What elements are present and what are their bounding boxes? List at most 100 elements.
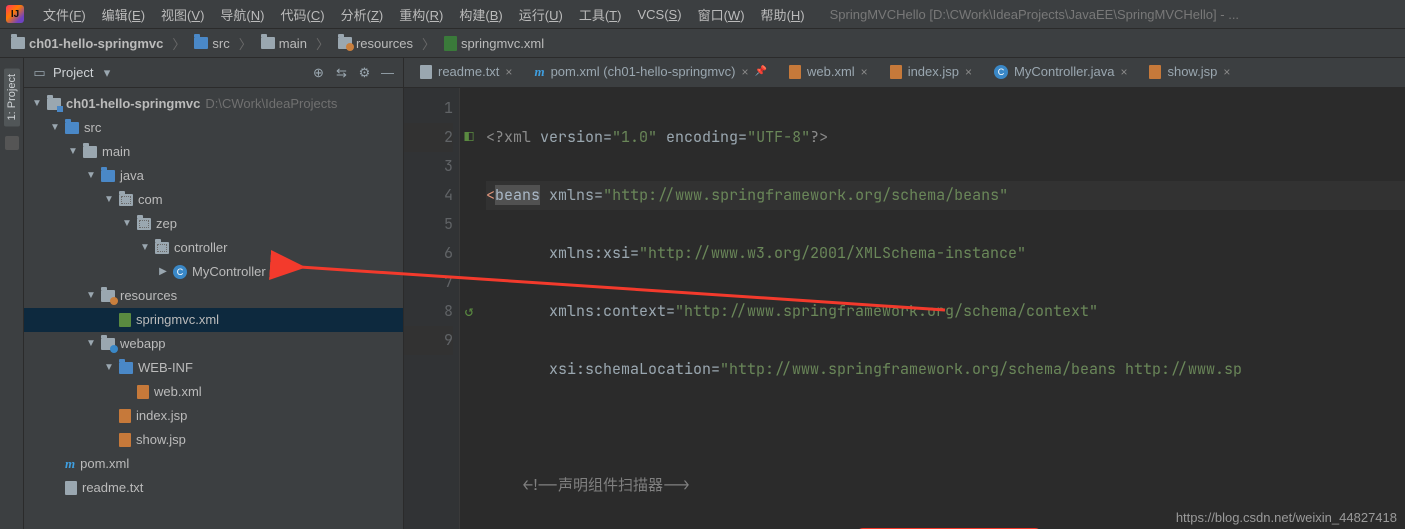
tab-mycontroller[interactable]: C MyController.java × — [984, 58, 1137, 88]
code-text: xmlns:context= — [549, 301, 675, 321]
tree-row[interactable]: index.jsp — [24, 404, 403, 428]
tab-showjsp[interactable]: show.jsp × — [1139, 58, 1240, 88]
tree-row[interactable]: show.jsp — [24, 428, 403, 452]
toolwindow-button-project[interactable]: 1: Project — [4, 68, 20, 126]
chevron-down-icon[interactable]: ▾ — [99, 65, 114, 80]
code-text: encoding= — [657, 127, 747, 147]
line-number: 8 — [404, 297, 453, 326]
code-text: version= — [540, 127, 612, 147]
code-area[interactable]: <?xml version="1.0" encoding="UTF-8"?> <… — [478, 88, 1405, 529]
line-number: 2 — [404, 123, 453, 152]
breadcrumb-module[interactable]: ch01-hello-springmvc — [8, 36, 166, 51]
tree-label: zep — [156, 212, 177, 236]
tab-readme[interactable]: readme.txt × — [410, 58, 522, 88]
line-number: 1 — [404, 94, 453, 123]
tree-arrow-icon[interactable] — [122, 212, 132, 236]
tree-arrow-icon[interactable] — [104, 188, 114, 212]
menu-window[interactable]: 窗口(W) — [691, 3, 752, 26]
toolwindow-button-structure-icon[interactable] — [5, 136, 19, 150]
menu-view[interactable]: 视图(V) — [154, 3, 211, 26]
menu-refactor[interactable]: 重构(R) — [392, 3, 450, 26]
tree-row[interactable]: controller — [24, 236, 403, 260]
close-icon[interactable]: × — [1223, 65, 1230, 79]
gutter-nav-icon[interactable]: ↺ — [460, 297, 478, 326]
tree-arrow-icon[interactable] — [86, 332, 96, 356]
tree-label: main — [102, 140, 130, 164]
package-icon — [155, 242, 169, 254]
menu-analyze[interactable]: 分析(Z) — [334, 3, 391, 26]
tab-pom[interactable]: m pom.xml (ch01-hello-springmvc) × 📌 — [524, 58, 777, 88]
menu-file[interactable]: 文件(F) — [36, 3, 93, 26]
breadcrumb-main[interactable]: main — [258, 36, 310, 51]
folder-icon — [261, 37, 275, 49]
tree-row[interactable]: resources — [24, 284, 403, 308]
code-text: <!--声明组件扫描器--> — [522, 475, 690, 495]
breadcrumb-bar: ch01-hello-springmvc 〉 src 〉 main 〉 reso… — [0, 28, 1405, 58]
tree-arrow-icon[interactable] — [86, 164, 96, 188]
watermark-text: https://blog.csdn.net/weixin_44827418 — [1176, 510, 1397, 525]
code-text: "http://www.springframework.org/schema/b… — [603, 185, 1008, 205]
tab-indexjsp[interactable]: index.jsp × — [880, 58, 982, 88]
code-text: "http://www.springframework.org/schema/c… — [675, 301, 1098, 321]
xml-file-icon — [444, 36, 457, 51]
menu-bar: IJ 文件(F) 编辑(E) 视图(V) 导航(N) 代码(C) 分析(Z) 重… — [0, 0, 1405, 28]
tree-arrow-icon[interactable] — [86, 284, 96, 308]
tree-row[interactable]: readme.txt — [24, 476, 403, 500]
tree-arrow-icon[interactable] — [50, 116, 60, 140]
close-icon[interactable]: × — [742, 65, 749, 79]
menu-help[interactable]: 帮助(H) — [754, 3, 812, 26]
tab-webxml[interactable]: web.xml × — [779, 58, 878, 88]
collapse-icon[interactable]: ⇆ — [334, 65, 349, 80]
breadcrumb-label: ch01-hello-springmvc — [29, 36, 163, 51]
tree-row[interactable]: src — [24, 116, 403, 140]
breadcrumb-src[interactable]: src — [191, 36, 232, 51]
tree-arrow-icon[interactable] — [104, 356, 114, 380]
close-icon[interactable]: × — [965, 65, 972, 79]
menu-build[interactable]: 构建(B) — [452, 3, 509, 26]
menu-vcs[interactable]: VCS(S) — [630, 5, 688, 24]
xml-file-icon — [137, 385, 149, 399]
package-icon — [137, 218, 151, 230]
tree-row[interactable]: webapp — [24, 332, 403, 356]
app-logo-icon: IJ — [6, 5, 24, 23]
tree-row[interactable]: java — [24, 164, 403, 188]
close-icon[interactable]: × — [1120, 65, 1127, 79]
folder-icon — [119, 362, 133, 374]
gutter-bean-icon[interactable]: ◧ — [460, 123, 478, 152]
menu-navigate[interactable]: 导航(N) — [213, 3, 271, 26]
tree-row[interactable]: WEB-INF — [24, 356, 403, 380]
tab-label: readme.txt — [438, 64, 499, 79]
tree-arrow-icon[interactable] — [32, 92, 42, 116]
tree-row[interactable]: springmvc.xml — [24, 308, 403, 332]
editor-body[interactable]: 123456789 ◧ ↺ <?xml version="1.0" encodi… — [404, 88, 1405, 529]
project-tree[interactable]: ch01-hello-springmvc D:\CWork\IdeaProjec… — [24, 88, 403, 529]
locate-icon[interactable]: ⊕ — [311, 65, 326, 80]
tree-row[interactable]: zep — [24, 212, 403, 236]
tree-arrow-icon[interactable] — [140, 236, 150, 260]
menu-tools[interactable]: 工具(T) — [572, 3, 629, 26]
breadcrumb-resources[interactable]: resources — [335, 36, 416, 51]
close-icon[interactable]: × — [505, 65, 512, 79]
tree-row[interactable]: main — [24, 140, 403, 164]
tree-row[interactable]: mpom.xml — [24, 452, 403, 476]
maven-icon: m — [534, 64, 544, 80]
menu-edit[interactable]: 编辑(E) — [95, 3, 152, 26]
tree-label: MyController — [192, 260, 266, 284]
close-icon[interactable]: × — [861, 65, 868, 79]
tree-row[interactable]: ch01-hello-springmvc D:\CWork\IdeaProjec… — [24, 92, 403, 116]
tree-row[interactable]: com — [24, 188, 403, 212]
breadcrumb-label: springmvc.xml — [461, 36, 544, 51]
menu-code[interactable]: 代码(C) — [274, 3, 332, 26]
tree-arrow-icon[interactable] — [158, 260, 168, 284]
gear-icon[interactable]: ⚙ — [357, 65, 372, 80]
tree-row[interactable]: CMyController — [24, 260, 403, 284]
breadcrumb-file[interactable]: springmvc.xml — [441, 36, 547, 51]
tree-arrow-icon[interactable] — [68, 140, 78, 164]
tree-row[interactable]: web.xml — [24, 380, 403, 404]
hide-icon[interactable]: — — [380, 65, 395, 80]
menu-run[interactable]: 运行(U) — [512, 3, 570, 26]
jsp-file-icon — [1149, 65, 1161, 79]
line-number: 7 — [404, 268, 453, 297]
pin-icon[interactable]: 📌 — [755, 66, 767, 77]
line-number: 4 — [404, 181, 453, 210]
